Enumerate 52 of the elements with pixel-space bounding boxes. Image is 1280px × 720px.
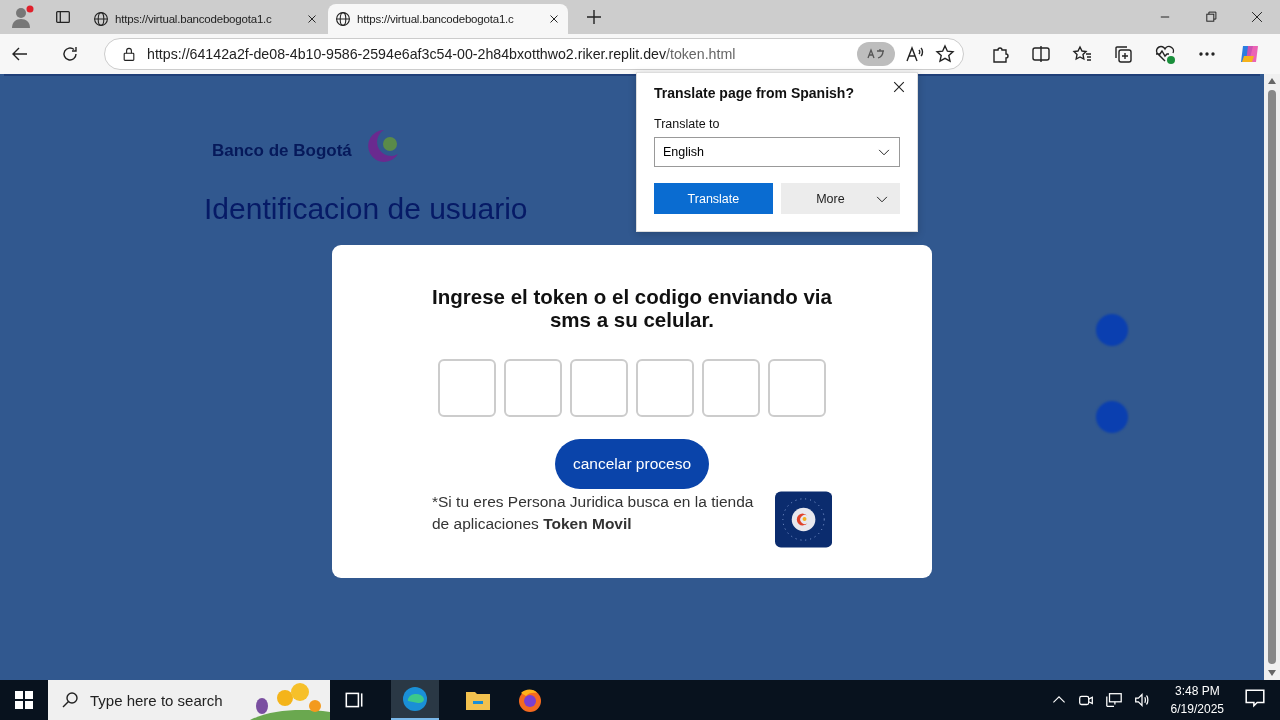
scroll-down-icon[interactable] (1268, 670, 1276, 676)
code-digit-field[interactable] (702, 359, 760, 417)
translate-icon[interactable] (857, 42, 895, 66)
extensions-icon[interactable] (990, 44, 1010, 64)
collections-icon[interactable] (1113, 44, 1133, 64)
address-bar[interactable]: https://64142a2f-de08-4b10-9586-2594e6af3c54-00-2h84bxotthwo2.riker.replit.dev/token.html (104, 38, 964, 70)
code-digit-field[interactable] (768, 359, 826, 417)
profile-icon[interactable] (10, 4, 36, 30)
info-note: *Si tu eres Persona Juridica busca en la tienda de aplicaciones Token Movil (432, 492, 755, 534)
code-digit-field[interactable] (636, 359, 694, 417)
firefox-icon[interactable] (517, 687, 543, 713)
volume-icon[interactable] (1132, 691, 1151, 709)
more-button[interactable]: More (780, 183, 900, 214)
code-digit-field[interactable] (504, 359, 562, 417)
network-icon[interactable] (1104, 691, 1123, 709)
tab-actions-icon[interactable] (54, 8, 72, 26)
refresh-icon[interactable] (60, 44, 80, 64)
code-digit-field[interactable] (438, 359, 496, 417)
read-aloud-icon[interactable] (905, 44, 925, 64)
bank-logo-text: Banco de Bogotá (211, 140, 352, 161)
taskbar-search-field[interactable]: Type here to search (48, 680, 330, 720)
clock-date[interactable]: 6/19/2025 (1170, 700, 1224, 718)
favorites-icon[interactable] (1072, 44, 1092, 64)
windows-start-icon[interactable] (15, 691, 33, 709)
scroll-up-icon[interactable] (1268, 78, 1276, 84)
browser-tab[interactable]: https://virtual.bancodebogota1.c (328, 4, 568, 34)
token-app-icon (774, 491, 832, 548)
edge-browser-icon[interactable] (402, 686, 428, 712)
globe-icon (335, 11, 351, 27)
lock-icon (121, 46, 137, 62)
field-label: Translate to (654, 117, 721, 131)
close-icon[interactable] (891, 79, 907, 95)
globe-icon (93, 11, 109, 27)
scrollbar[interactable] (1264, 74, 1280, 680)
notifications-icon[interactable] (1244, 687, 1266, 709)
split-screen-icon[interactable] (1031, 44, 1051, 64)
browser-tab[interactable]: https://virtual.bancodebogota1.c (86, 4, 326, 34)
code-digit-field[interactable] (570, 359, 628, 417)
file-explorer-icon[interactable] (465, 689, 491, 711)
favorite-star-icon[interactable] (935, 44, 955, 64)
new-tab-icon[interactable] (584, 7, 604, 27)
language-dropdown[interactable]: English (654, 137, 900, 167)
translate-button[interactable]: Translate (654, 183, 773, 214)
cancel-button[interactable]: cancelar proceso (554, 439, 709, 489)
round-marker (1096, 314, 1128, 346)
clock-time[interactable]: 3:48 PM (1174, 682, 1220, 700)
dialog-title: Ingrese el token o el codigo enviando via sms a su celular. (432, 285, 832, 331)
page-heading: Identificacion de usuario (204, 192, 528, 226)
popup-title: Translate page from Spanish? (654, 85, 855, 101)
search-icon (60, 690, 80, 710)
health-icon[interactable] (1154, 43, 1176, 65)
round-marker (1096, 401, 1128, 433)
